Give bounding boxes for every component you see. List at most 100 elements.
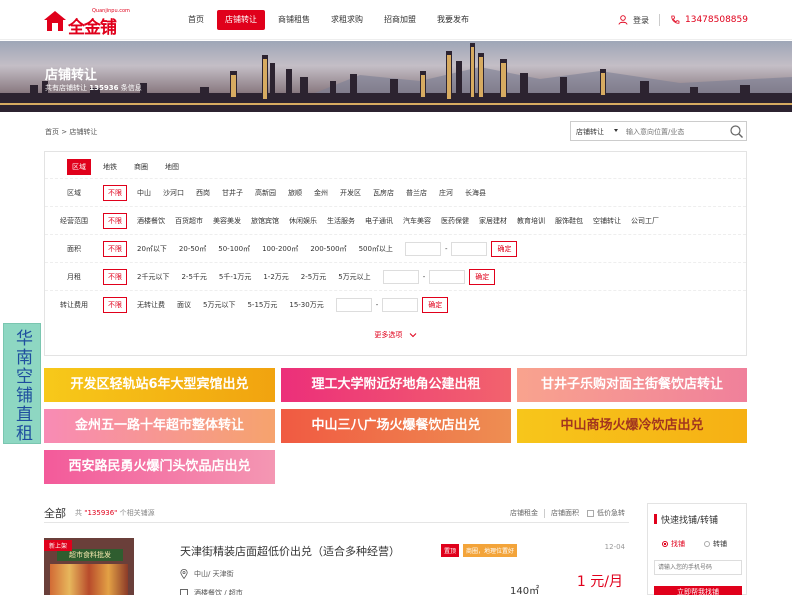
filter-option-unlimited[interactable]: 不限 <box>103 184 127 201</box>
nav-shop-transfer[interactable]: 店铺转让 <box>217 10 265 30</box>
listing-title[interactable]: 天津街精装店面超低价出兑（适合多种经营） <box>180 543 400 559</box>
filter-option[interactable]: 休闲娱乐 <box>289 216 317 226</box>
filter-option[interactable]: 20-50㎡ <box>179 244 206 254</box>
filter-option[interactable]: 百货超市 <box>175 216 203 226</box>
low-price-label[interactable]: 低价急转 <box>597 508 625 518</box>
filter-option-unlimited[interactable]: 不限 <box>103 296 127 313</box>
radio-find-shop[interactable]: 找铺 <box>662 539 685 549</box>
search-category-select[interactable]: 店铺转让 <box>576 127 604 137</box>
filter-option[interactable]: 5-15万元 <box>247 300 277 310</box>
filter-option[interactable]: 2千元以下 <box>137 272 169 282</box>
nav-franchise[interactable]: 招商加盟 <box>376 10 424 30</box>
range-max-input[interactable] <box>382 297 419 312</box>
side-float-banner[interactable]: 华南空铺直租 <box>3 323 41 444</box>
low-price-checkbox[interactable] <box>587 509 594 517</box>
radio-transfer-shop[interactable]: 转铺 <box>704 539 727 549</box>
filter-option[interactable]: 旅顺 <box>288 188 302 198</box>
filter-option[interactable]: 沙河口 <box>163 188 184 198</box>
filter-option[interactable]: 开发区 <box>340 188 361 198</box>
range-max-input[interactable] <box>429 269 466 284</box>
filter-option[interactable]: 200-500㎡ <box>310 244 346 254</box>
nav-publish[interactable]: 我要发布 <box>429 10 477 30</box>
filter-option[interactable]: 20㎡以下 <box>137 244 167 254</box>
filter-option[interactable]: 旅馆宾馆 <box>251 216 279 226</box>
ad-tile[interactable]: 开发区轻轨站6年大型宾馆出兑 <box>44 368 275 402</box>
filter-option[interactable]: 生活服务 <box>327 216 355 226</box>
breadcrumb[interactable]: 首页 > 店铺转让 <box>45 127 97 137</box>
filter-option[interactable]: 无转让费 <box>137 300 165 310</box>
confirm-button[interactable]: 确定 <box>422 296 449 313</box>
filter-option[interactable]: 中山 <box>137 188 151 198</box>
filter-option[interactable]: 5万元以下 <box>203 300 235 310</box>
filter-option[interactable]: 家居建材 <box>479 216 507 226</box>
tab-subway[interactable]: 地铁 <box>98 159 122 175</box>
filter-option[interactable]: 西岗 <box>196 188 210 198</box>
top-badge: 置顶 <box>441 544 460 557</box>
confirm-button[interactable]: 确定 <box>491 240 518 257</box>
ad-tile[interactable]: 西安路民勇火爆门头饮品店出兑 <box>44 450 275 484</box>
range-min-input[interactable] <box>335 297 372 312</box>
nav-seek-rent[interactable]: 求租求购 <box>323 10 371 30</box>
ad-tile[interactable]: 中山商场火爆冷饮店出兑 <box>517 409 747 443</box>
range-max-input[interactable] <box>451 241 488 256</box>
filter-option[interactable]: 瓦房店 <box>373 188 394 198</box>
filter-option[interactable]: 2-5千元 <box>181 272 206 282</box>
login-link[interactable]: 登录 <box>633 15 649 26</box>
listing-date: 12-04 <box>604 543 625 551</box>
city-skyline-image <box>0 43 792 112</box>
filter-option[interactable]: 15-30万元 <box>289 300 323 310</box>
filter-option-unlimited[interactable]: 不限 <box>103 212 127 229</box>
search-input[interactable] <box>626 125 726 138</box>
filter-option[interactable]: 庄河 <box>439 188 453 198</box>
filter-option[interactable]: 公司工厂 <box>631 216 659 226</box>
chevron-down-icon[interactable] <box>614 129 618 132</box>
ad-tile[interactable]: 理工大学附近好地角公建出租 <box>281 368 511 402</box>
search-icon[interactable] <box>729 124 744 139</box>
filter-option[interactable]: 100-200㎡ <box>262 244 298 254</box>
more-options-toggle[interactable]: 更多选项 <box>45 330 746 340</box>
filter-option[interactable]: 长海县 <box>465 188 486 198</box>
filter-option[interactable]: 医药保健 <box>441 216 469 226</box>
ad-tile[interactable]: 金州五一路十年超市整体转让 <box>44 409 275 443</box>
feature-badge: 商圈，地理位置好 <box>463 544 518 557</box>
listing-type-text: 酒楼餐饮 / 超市 <box>194 589 243 595</box>
range-min-input[interactable] <box>404 241 441 256</box>
filter-option-unlimited[interactable]: 不限 <box>103 268 127 285</box>
filter-option[interactable]: 5千-1万元 <box>219 272 251 282</box>
listing-item[interactable]: 超市食料批发 新上架 天津街精装店面超低价出兑（适合多种经营） 置顶 商圈，地理… <box>44 538 629 595</box>
listing-thumbnail[interactable]: 超市食料批发 新上架 <box>44 538 134 595</box>
sort-by-area[interactable]: 店铺面积 <box>551 508 579 518</box>
tab-business-district[interactable]: 商圈 <box>129 159 153 175</box>
filter-option[interactable]: 金州 <box>314 188 328 198</box>
tab-map[interactable]: 地图 <box>160 159 184 175</box>
sort-by-rent[interactable]: 店铺租金 <box>510 508 538 518</box>
listing-header: 全部 共 "135936" 个相关铺源 店铺租金 店铺面积 低价急转 <box>44 505 629 523</box>
filter-option[interactable]: 美容美发 <box>213 216 241 226</box>
phone-input[interactable] <box>654 560 742 575</box>
filter-option[interactable]: 电子通讯 <box>365 216 393 226</box>
filter-option[interactable]: 50-100㎡ <box>218 244 250 254</box>
filter-option[interactable]: 甘井子 <box>222 188 243 198</box>
filter-option[interactable]: 5万元以上 <box>338 272 370 282</box>
filter-option[interactable]: 教育培训 <box>517 216 545 226</box>
filter-option[interactable]: 空铺转让 <box>593 216 621 226</box>
nav-shop-rent-sale[interactable]: 商铺租售 <box>270 10 318 30</box>
confirm-button[interactable]: 确定 <box>469 268 496 285</box>
tab-region[interactable]: 区域 <box>67 159 91 175</box>
filter-option[interactable]: 高新园 <box>255 188 276 198</box>
nav-home[interactable]: 首页 <box>180 10 212 30</box>
filter-option[interactable]: 500㎡以上 <box>359 244 393 254</box>
filter-option[interactable]: 2-5万元 <box>301 272 326 282</box>
range-min-input[interactable] <box>382 269 419 284</box>
filter-option[interactable]: 普兰店 <box>406 188 427 198</box>
ad-tile[interactable]: 甘井子乐购对面主街餐饮店转让 <box>517 368 747 402</box>
filter-option[interactable]: 面议 <box>177 300 191 310</box>
site-logo[interactable]: Quanjinpu.com 全金铺 <box>44 7 136 38</box>
filter-option-unlimited[interactable]: 不限 <box>103 240 127 257</box>
filter-option[interactable]: 1-2万元 <box>263 272 288 282</box>
filter-option[interactable]: 汽车美容 <box>403 216 431 226</box>
ad-tile[interactable]: 中山三八广场火爆餐饮店出兑 <box>281 409 511 443</box>
filter-option[interactable]: 酒楼餐饮 <box>137 216 165 226</box>
quick-find-button[interactable]: 立即帮我找铺 <box>654 586 742 595</box>
filter-option[interactable]: 服饰鞋包 <box>555 216 583 226</box>
